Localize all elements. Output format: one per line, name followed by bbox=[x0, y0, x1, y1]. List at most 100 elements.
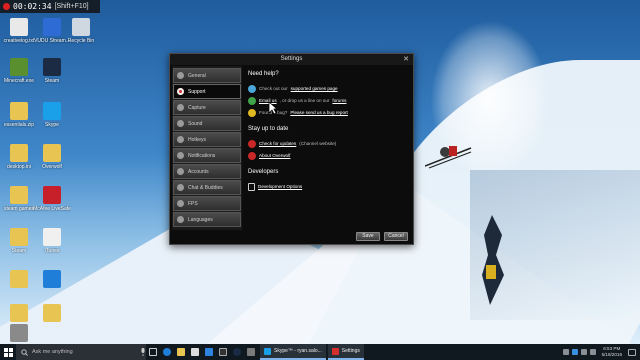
mouse-cursor-icon bbox=[268, 101, 278, 115]
sidebar-item-hotkeys[interactable]: Hotkeys bbox=[173, 132, 241, 147]
edge-icon[interactable] bbox=[160, 344, 174, 360]
desktop-icon[interactable] bbox=[0, 324, 38, 344]
notifications-icon bbox=[177, 152, 184, 159]
updates-row-check: Check for updates (Channel website) bbox=[248, 138, 405, 149]
taskbar-app-button[interactable]: Settings bbox=[327, 344, 364, 360]
desktop-icon[interactable]: iTunes bbox=[33, 228, 71, 254]
task-view-icon[interactable] bbox=[146, 344, 160, 360]
development-options-link[interactable]: Development Options bbox=[258, 184, 302, 189]
support-panel: Need help? Check out our supported games… bbox=[242, 66, 411, 230]
recording-timer: 00:02:34 bbox=[13, 2, 52, 11]
help-text: Check out our bbox=[259, 86, 288, 91]
dialog-body: General Support Capture Sound Hotkeys Notific… bbox=[172, 66, 411, 230]
notification-icon[interactable] bbox=[628, 348, 636, 356]
volume-icon[interactable] bbox=[580, 349, 587, 355]
close-icon[interactable]: ✕ bbox=[403, 54, 409, 65]
desktop-icon[interactable]: Skype bbox=[33, 102, 71, 128]
sidebar-item-label: Sound bbox=[188, 120, 203, 127]
desktop-icon-label: iTunes bbox=[44, 248, 60, 254]
save-button[interactable]: Save bbox=[356, 232, 380, 241]
desktop-icon[interactable]: Overwolf bbox=[33, 144, 71, 170]
email-icon bbox=[248, 96, 256, 105]
channel-text: (Channel website) bbox=[299, 141, 337, 146]
desktop-icon[interactable]: Recycle Bin bbox=[62, 18, 100, 44]
sidebar-item-chat-buddies[interactable]: Chat & Buddies bbox=[173, 180, 241, 195]
battery-icon[interactable] bbox=[589, 349, 596, 355]
bug-report-link[interactable]: Please send us a bug report bbox=[290, 110, 347, 115]
desktop-icon-image bbox=[10, 324, 28, 342]
file-explorer-icon[interactable] bbox=[174, 344, 188, 360]
desktop-icon-image bbox=[10, 102, 28, 120]
taskbar-search[interactable]: Ask me anything bbox=[16, 344, 146, 360]
about-overwolf-link[interactable]: About Overwolf bbox=[259, 153, 290, 158]
sidebar-item-label: Hotkeys bbox=[188, 136, 207, 143]
app-icon[interactable] bbox=[244, 344, 258, 360]
store-icon[interactable] bbox=[188, 344, 202, 360]
desktop-icon-image bbox=[72, 18, 90, 36]
settings-sidebar: General Support Capture Sound Hotkeys Notific… bbox=[172, 66, 242, 230]
taskbar-app-label: Skype™ - ryan.salo... bbox=[274, 348, 322, 354]
desktop-icon-image bbox=[10, 186, 28, 204]
help-text: , or drop us a line on our bbox=[279, 98, 330, 103]
recording-hotkey: [Shift+F10] bbox=[54, 3, 89, 10]
sidebar-item-general[interactable]: General bbox=[173, 68, 241, 83]
taskbar-apps: Skype™ - ryan.salo... Settings bbox=[258, 344, 364, 360]
desktop-icon[interactable] bbox=[33, 270, 71, 290]
desktop-icon[interactable] bbox=[33, 304, 71, 324]
sidebar-item-label: Capture bbox=[188, 104, 206, 111]
general-icon bbox=[177, 72, 184, 79]
capture-icon bbox=[177, 104, 184, 111]
system-tray: 6:53 PM 5/18/2016 bbox=[562, 346, 640, 358]
search-icon bbox=[21, 348, 28, 356]
taskbar: Ask me anything Skype™ - ryan.salo... Set… bbox=[0, 344, 640, 360]
desktop-icon-label: Recycle Bin bbox=[67, 38, 95, 44]
sidebar-item-accounts[interactable]: Accounts bbox=[173, 164, 241, 179]
desktop-icon-image bbox=[43, 186, 61, 204]
clock[interactable]: 6:53 PM 5/18/2016 bbox=[599, 346, 625, 358]
steam-icon[interactable] bbox=[230, 344, 244, 360]
desktop-icon-image bbox=[10, 18, 28, 36]
sound-icon bbox=[177, 120, 184, 127]
tray-icon[interactable] bbox=[562, 349, 569, 355]
sidebar-item-label: Notifications bbox=[188, 152, 216, 159]
wallpaper-skier bbox=[425, 146, 472, 169]
dropbox-icon[interactable] bbox=[202, 344, 216, 360]
updates-row-about: About Overwolf bbox=[248, 150, 405, 161]
desktop-icon-image bbox=[10, 58, 28, 76]
wallpaper-skier bbox=[482, 215, 504, 305]
developers-row: Development Options bbox=[248, 181, 405, 192]
sidebar-item-fps[interactable]: FPS bbox=[173, 196, 241, 211]
sidebar-item-support[interactable]: Support bbox=[173, 84, 241, 99]
sidebar-item-notifications[interactable]: Notifications bbox=[173, 148, 241, 163]
desktop-icon[interactable]: McAfee LiveSafe bbox=[33, 186, 71, 212]
sidebar-item-label: Languages bbox=[188, 216, 213, 223]
bug-icon bbox=[248, 108, 256, 117]
forums-link[interactable]: forums bbox=[332, 98, 346, 103]
desktop-icon-image bbox=[43, 58, 61, 76]
desktop-icon[interactable]: Steam bbox=[33, 58, 71, 84]
cancel-button[interactable]: Cancel bbox=[384, 232, 408, 241]
amazon-icon[interactable] bbox=[216, 344, 230, 360]
section-title-developers: Developers bbox=[248, 169, 279, 175]
supported-games-link[interactable]: supported games page bbox=[291, 86, 338, 91]
desktop-icon-image bbox=[43, 304, 61, 322]
check-updates-link[interactable]: Check for updates bbox=[259, 141, 296, 146]
desktop-icon-label: Overwolf bbox=[42, 164, 62, 170]
sidebar-item-label: General bbox=[188, 72, 206, 79]
desktop-icon-image bbox=[43, 228, 61, 246]
start-button[interactable] bbox=[0, 344, 16, 360]
search-placeholder: Ask me anything bbox=[32, 349, 73, 355]
sidebar-item-sound[interactable]: Sound bbox=[173, 116, 241, 131]
app-icon bbox=[331, 347, 339, 355]
sidebar-item-languages[interactable]: Languages bbox=[173, 212, 241, 227]
taskbar-app-button[interactable]: Skype™ - ryan.salo... bbox=[260, 344, 326, 360]
sidebar-item-capture[interactable]: Capture bbox=[173, 100, 241, 115]
desktop-icon-image bbox=[10, 144, 28, 162]
network-icon[interactable] bbox=[571, 349, 578, 355]
record-icon bbox=[3, 3, 10, 10]
dialog-title: Settings bbox=[280, 56, 303, 62]
fps-icon bbox=[177, 200, 184, 207]
desktop-icon-label: Skype bbox=[45, 122, 59, 128]
dialog-titlebar[interactable]: Settings ✕ bbox=[170, 54, 413, 65]
section-title-help: Need help? bbox=[248, 71, 279, 77]
